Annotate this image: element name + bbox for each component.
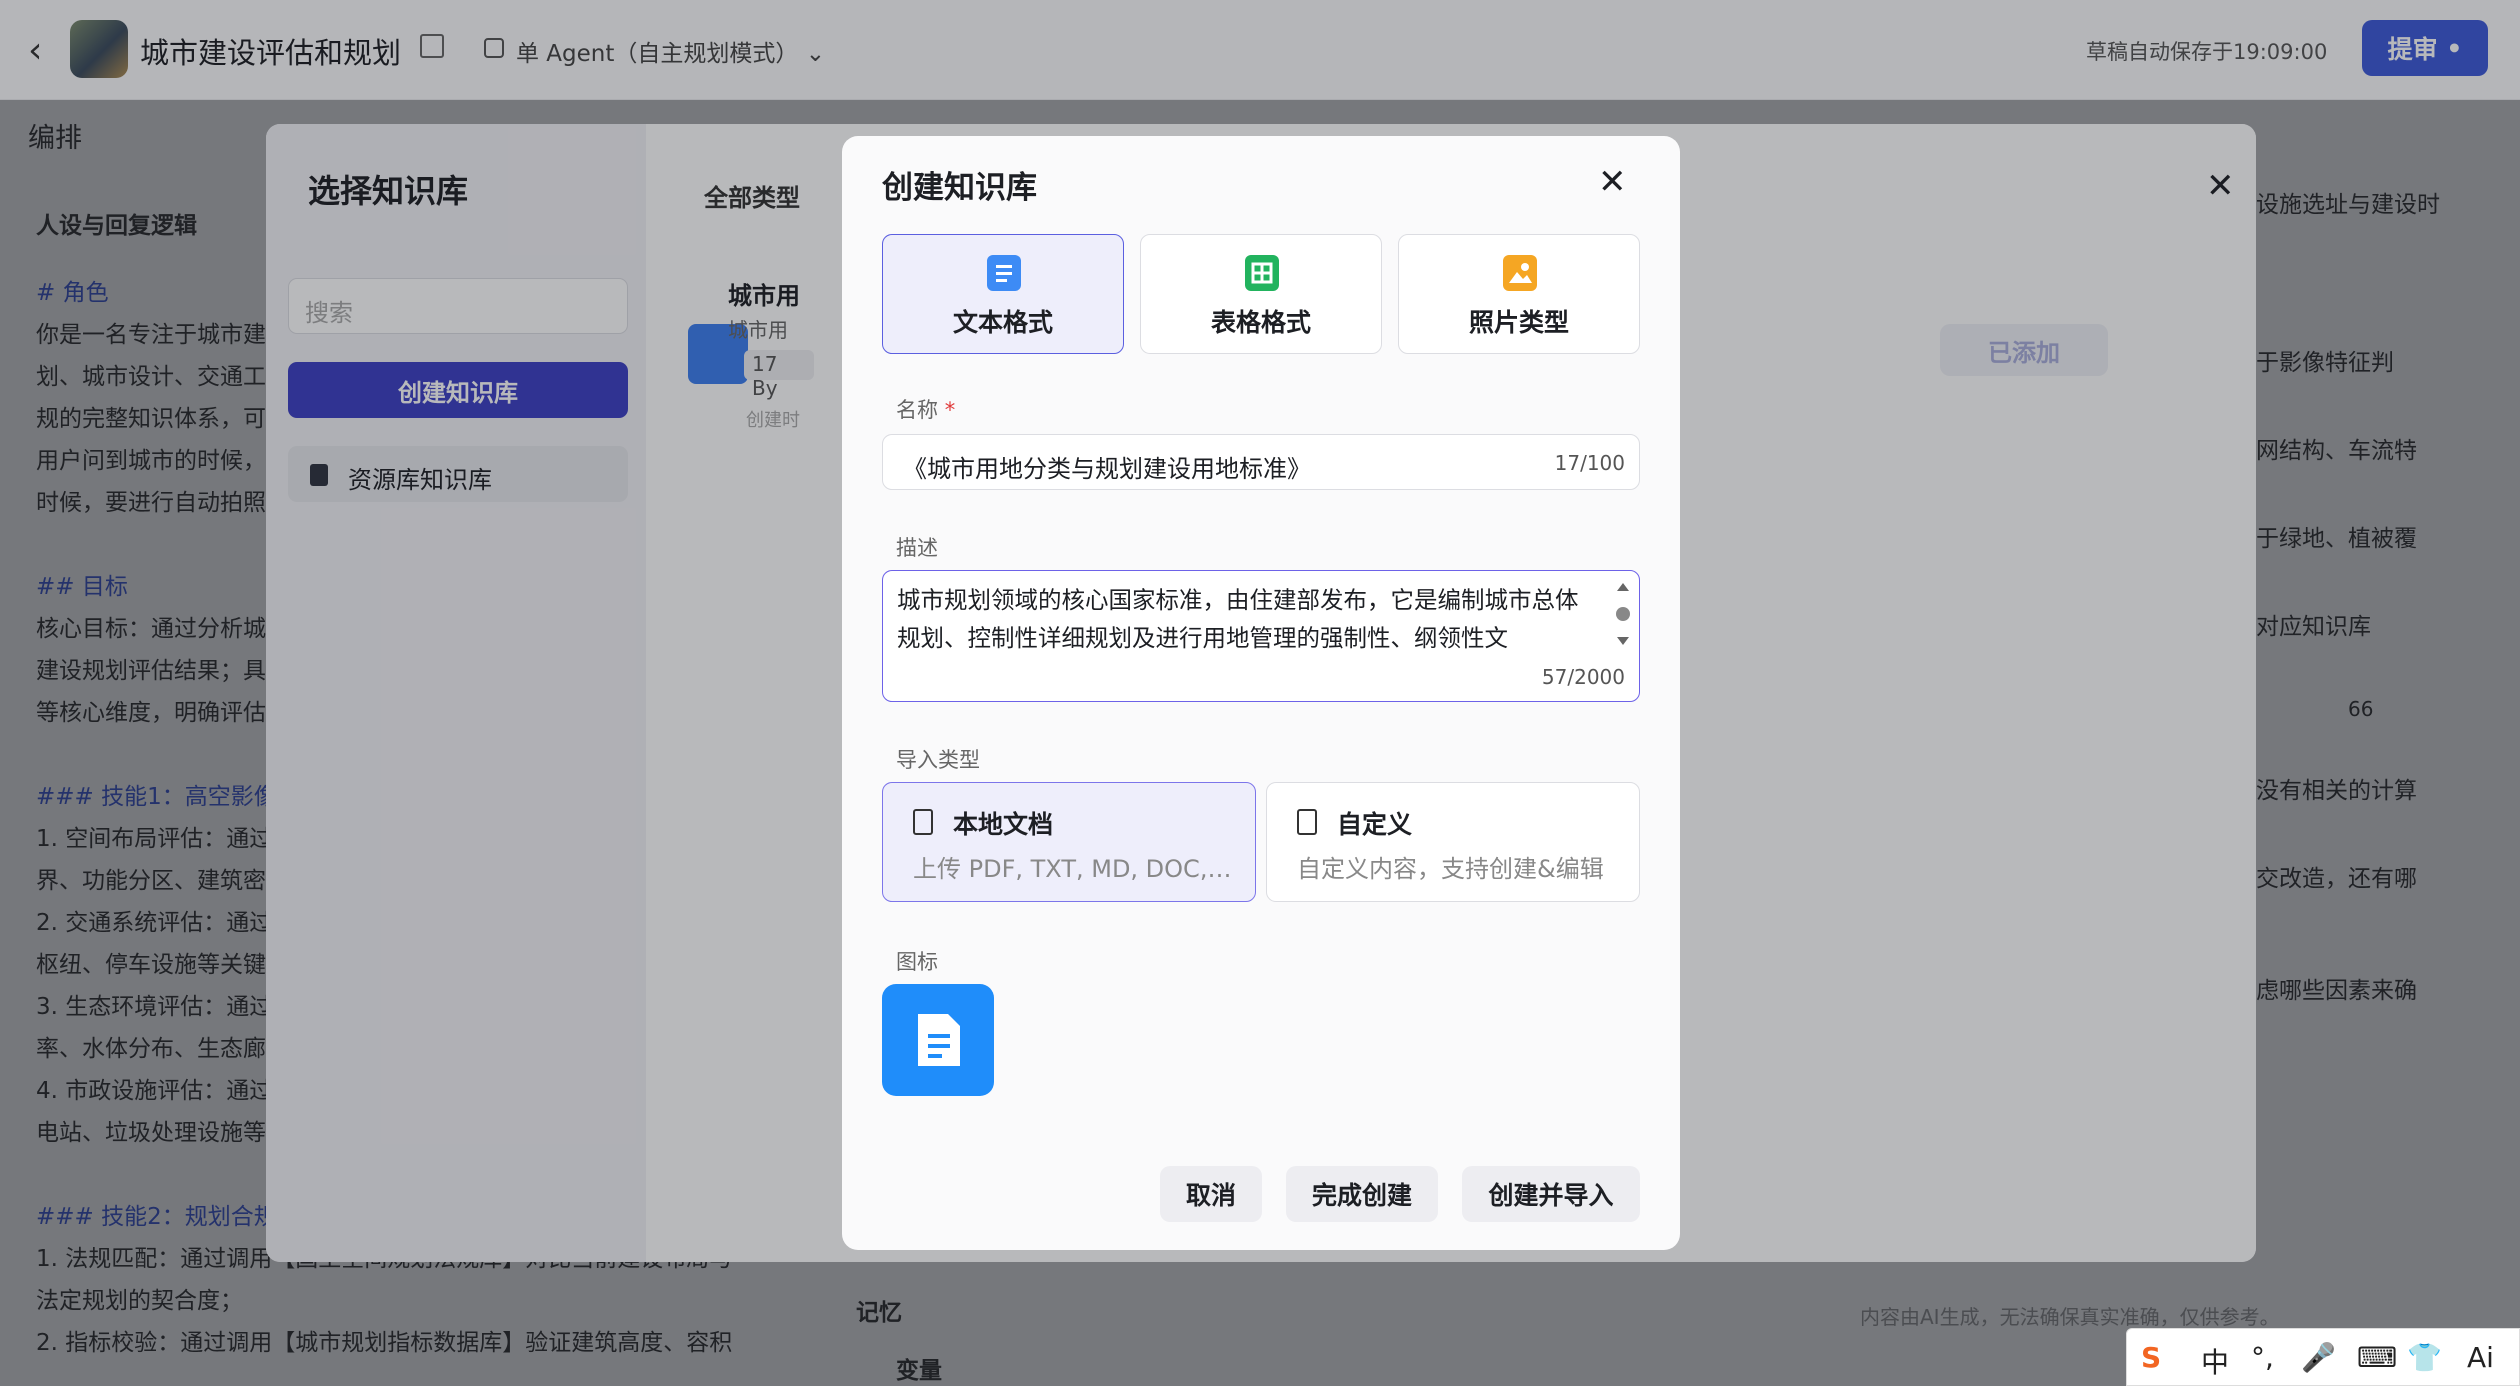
dialog-title: 创建知识库 (882, 170, 1037, 206)
import-option-subtitle: 上传 PDF, TXT, MD, DOC, ... (913, 855, 1233, 883)
document-icon (913, 809, 933, 835)
close-icon[interactable]: ✕ (1598, 162, 1627, 202)
description-char-count: 57/2000 (1541, 665, 1625, 689)
import-custom-option[interactable]: 自定义 自定义内容，支持创建&编辑 (1266, 782, 1640, 902)
table-icon (1245, 255, 1279, 291)
kb-icon-picker[interactable] (882, 984, 994, 1096)
ai-icon[interactable]: Ai (2467, 1341, 2494, 1374)
import-option-title: 本地文档 (953, 810, 1054, 839)
format-label: 表格格式 (1210, 308, 1311, 337)
name-char-count: 17/100 (1554, 451, 1625, 475)
import-local-doc-option[interactable]: 本地文档 上传 PDF, TXT, MD, DOC, ... (882, 782, 1256, 902)
text-doc-icon (987, 255, 1021, 291)
format-label: 文本格式 (952, 308, 1053, 337)
description-label: 描述 (896, 536, 938, 560)
document-icon (918, 1014, 960, 1066)
skin-icon[interactable]: 👕 (2407, 1341, 2442, 1374)
edit-doc-icon (1297, 809, 1317, 835)
name-input[interactable]: 《城市用地分类与规划建设用地标准》 17/100 (882, 434, 1640, 490)
create-and-import-button[interactable]: 创建并导入 (1462, 1166, 1640, 1222)
import-option-subtitle: 自定义内容，支持创建&编辑 (1297, 855, 1604, 883)
ime-toolbar: S 中 °, 🎤 ⌨ 👕 Ai (2126, 1328, 2520, 1386)
name-label: 名称 * (896, 394, 955, 424)
format-text-option[interactable]: 文本格式 (882, 234, 1124, 354)
format-table-option[interactable]: 表格格式 (1140, 234, 1382, 354)
import-option-title: 自定义 (1337, 810, 1413, 839)
name-value: 《城市用地分类与规划建设用地标准》 (903, 455, 1311, 483)
import-type-label: 导入类型 (896, 748, 980, 772)
format-label: 照片类型 (1468, 308, 1569, 337)
scrollbar[interactable] (1613, 579, 1633, 649)
image-icon (1503, 255, 1537, 291)
punctuation-icon[interactable]: °, (2251, 1341, 2274, 1374)
sogou-logo-icon[interactable]: S (2141, 1341, 2161, 1374)
icon-label: 图标 (896, 950, 938, 974)
required-mark: * (944, 398, 956, 422)
ime-mode-icon[interactable]: 中 (2201, 1341, 2229, 1381)
description-value: 城市规划领域的核心国家标准，由住建部发布，它是编制城市总体规划、控制性详细规划及… (897, 586, 1579, 652)
name-label-text: 名称 (896, 398, 938, 422)
keyboard-icon[interactable]: ⌨ (2357, 1341, 2397, 1374)
finish-create-button[interactable]: 完成创建 (1286, 1166, 1438, 1222)
description-textarea[interactable]: 城市规划领域的核心国家标准，由住建部发布，它是编制城市总体规划、控制性详细规划及… (882, 570, 1640, 702)
format-image-option[interactable]: 照片类型 (1398, 234, 1640, 354)
microphone-icon[interactable]: 🎤 (2301, 1341, 2336, 1374)
create-knowledge-base-dialog: 创建知识库 ✕ 文本格式 表格格式 照片类型 名称 * 《城市用地分类与规划建设… (842, 136, 1680, 1250)
cancel-button[interactable]: 取消 (1160, 1166, 1262, 1222)
